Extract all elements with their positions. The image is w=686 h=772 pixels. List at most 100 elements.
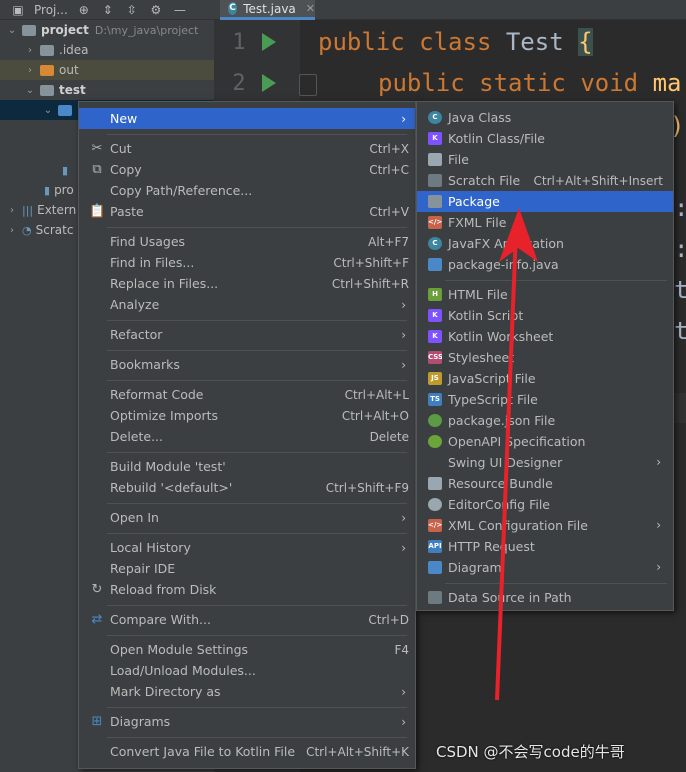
diagram-icon: [428, 561, 442, 574]
menu-item-refactor[interactable]: Refactor ›: [79, 324, 415, 345]
iml-file-icon: ▮: [44, 183, 51, 197]
submenu-item-kotlin-script[interactable]: K Kotlin Script: [417, 305, 673, 326]
submenu-item-kotlin-worksheet[interactable]: K Kotlin Worksheet: [417, 326, 673, 347]
submenu-item-stylesheet[interactable]: CSS Stylesheet: [417, 347, 673, 368]
submenu-item-resource-bundle[interactable]: Resource Bundle: [417, 473, 673, 494]
menu-item-label: Cut: [110, 141, 132, 156]
menu-item-copy[interactable]: ⧉ Copy Ctrl+C: [79, 159, 415, 180]
tree-node-idea[interactable]: › .idea: [0, 40, 214, 60]
collapse-all-icon[interactable]: ⇳: [124, 3, 140, 17]
submenu-item-label: Resource Bundle: [448, 476, 553, 491]
menu-item-new[interactable]: New ›: [79, 108, 415, 129]
chevron-down-icon[interactable]: ⌄: [42, 105, 54, 116]
chevron-right-icon: ›: [401, 714, 406, 729]
project-tool-tab[interactable]: ▣ Proj... ⊕ ⇕ ⇳ ⚙ —: [0, 0, 214, 20]
submenu-item-package[interactable]: Package: [417, 191, 673, 212]
menu-item-label: Compare With...: [110, 612, 211, 627]
run-icon[interactable]: [262, 74, 276, 92]
menu-item-copy-path[interactable]: Copy Path/Reference...: [79, 180, 415, 201]
submenu-item-diagram[interactable]: Diagram ›: [417, 557, 673, 578]
chevron-right-icon[interactable]: ›: [6, 225, 18, 236]
menu-item-compare-with[interactable]: ⇄ Compare With... Ctrl+D: [79, 609, 415, 630]
submenu-item-swing-ui-designer[interactable]: Swing UI Designer ›: [417, 452, 673, 473]
menu-item-mark-directory-as[interactable]: Mark Directory as ›: [79, 681, 415, 702]
chevron-down-icon[interactable]: ⌄: [6, 25, 18, 36]
menu-item-repair-ide[interactable]: Repair IDE: [79, 558, 415, 579]
module-folder-icon: [40, 84, 54, 96]
fold-marker-icon[interactable]: [299, 74, 317, 96]
chevron-right-icon[interactable]: ›: [24, 45, 36, 56]
submenu-item-scratch-file[interactable]: Scratch File Ctrl+Alt+Shift+Insert: [417, 170, 673, 191]
submenu-item-java-class[interactable]: C Java Class: [417, 107, 673, 128]
brace: {: [578, 28, 593, 56]
menu-separator: [107, 350, 407, 351]
crosshair-icon[interactable]: ⊕: [76, 3, 92, 17]
menu-separator: [107, 380, 407, 381]
menu-item-rebuild[interactable]: Rebuild '<default>' Ctrl+Shift+F9: [79, 477, 415, 498]
submenu-item-javafx-app[interactable]: C JavaFX Application: [417, 233, 673, 254]
menu-item-reload-from-disk[interactable]: ↻ Reload from Disk: [79, 579, 415, 600]
menu-item-build-module[interactable]: Build Module 'test': [79, 456, 415, 477]
submenu-item-label: Kotlin Script: [448, 308, 524, 323]
tree-label: project: [41, 23, 89, 37]
menu-item-label: Local History: [110, 540, 191, 555]
tree-node-out[interactable]: › out: [0, 60, 214, 80]
keyword: static: [479, 69, 566, 97]
menu-item-label: Reload from Disk: [110, 582, 217, 597]
submenu-item-kotlin-class[interactable]: K Kotlin Class/File: [417, 128, 673, 149]
submenu-item-label: HTTP Request: [448, 539, 535, 554]
tree-node-project[interactable]: ⌄ project D:\my_java\project: [0, 20, 214, 40]
menu-item-cut[interactable]: ✂ Cut Ctrl+X: [79, 138, 415, 159]
submenu-item-http-request[interactable]: API HTTP Request: [417, 536, 673, 557]
menu-item-reformat-code[interactable]: Reformat Code Ctrl+Alt+L: [79, 384, 415, 405]
code-fragment: tl: [674, 276, 686, 304]
tree-node-test[interactable]: ⌄ test: [0, 80, 214, 100]
submenu-item-label: TypeScript File: [448, 392, 538, 407]
menu-item-paste[interactable]: 📋 Paste Ctrl+V: [79, 201, 415, 222]
menu-item-open-in[interactable]: Open In ›: [79, 507, 415, 528]
submenu-item-package-json[interactable]: package.json File: [417, 410, 673, 431]
chevron-down-icon[interactable]: ⌄: [24, 85, 36, 96]
submenu-item-html-file[interactable]: H HTML File: [417, 284, 673, 305]
menu-item-find-usages[interactable]: Find Usages Alt+F7: [79, 231, 415, 252]
close-icon[interactable]: ✕: [306, 2, 315, 15]
submenu-item-xml-config[interactable]: </> XML Configuration File ›: [417, 515, 673, 536]
menu-item-find-in-files[interactable]: Find in Files... Ctrl+Shift+F: [79, 252, 415, 273]
menu-item-replace-in-files[interactable]: Replace in Files... Ctrl+Shift+R: [79, 273, 415, 294]
tree-label: out: [59, 63, 79, 77]
menu-item-optimize-imports[interactable]: Optimize Imports Ctrl+Alt+O: [79, 405, 415, 426]
submenu-item-label: Data Source in Path: [448, 590, 572, 605]
minimize-icon[interactable]: —: [172, 3, 188, 17]
gear-icon[interactable]: ⚙: [148, 3, 164, 17]
menu-item-analyze[interactable]: Analyze ›: [79, 294, 415, 315]
menu-item-open-module-settings[interactable]: Open Module Settings F4: [79, 639, 415, 660]
chevron-right-icon: ›: [401, 510, 406, 525]
menu-item-label: Optimize Imports: [110, 408, 219, 423]
menu-item-shortcut: F4: [394, 642, 409, 657]
submenu-item-file[interactable]: File: [417, 149, 673, 170]
editor-tab-test-java[interactable]: C Test.java ✕: [220, 0, 315, 20]
submenu-item-data-source-in-path[interactable]: Data Source in Path: [417, 587, 673, 608]
chevron-right-icon[interactable]: ›: [24, 65, 36, 76]
submenu-item-editorconfig[interactable]: EditorConfig File: [417, 494, 673, 515]
menu-separator: [107, 605, 407, 606]
menu-item-convert-to-kotlin[interactable]: Convert Java File to Kotlin File Ctrl+Al…: [79, 741, 415, 762]
chevron-right-icon: ›: [656, 560, 661, 574]
submenu-item-fxml-file[interactable]: </> FXML File: [417, 212, 673, 233]
menu-item-load-unload-modules[interactable]: Load/Unload Modules...: [79, 660, 415, 681]
expand-all-icon[interactable]: ⇕: [100, 3, 116, 17]
menu-separator: [445, 280, 667, 281]
java-file-icon: [428, 258, 442, 271]
chevron-right-icon: ›: [656, 455, 661, 469]
submenu-item-openapi[interactable]: OpenAPI Specification: [417, 431, 673, 452]
menu-item-diagrams[interactable]: ⊞ Diagrams ›: [79, 711, 415, 732]
run-icon[interactable]: [262, 33, 276, 51]
chevron-right-icon[interactable]: ›: [6, 205, 18, 216]
submenu-item-package-info[interactable]: package-info.java: [417, 254, 673, 275]
menu-item-delete[interactable]: Delete... Delete: [79, 426, 415, 447]
fxml-icon: </>: [428, 216, 442, 229]
menu-item-local-history[interactable]: Local History ›: [79, 537, 415, 558]
submenu-item-typescript-file[interactable]: TS TypeScript File: [417, 389, 673, 410]
submenu-item-javascript-file[interactable]: JS JavaScript File: [417, 368, 673, 389]
menu-item-bookmarks[interactable]: Bookmarks ›: [79, 354, 415, 375]
